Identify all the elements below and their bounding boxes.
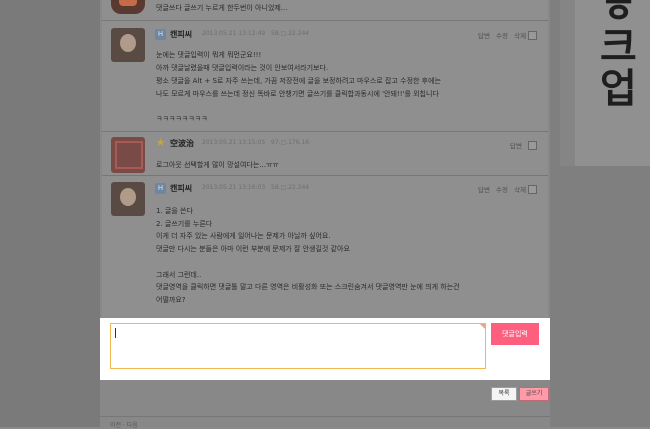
comment-body-line: 로그아웃 선택할게 많이 망설여다는...ㅠㅠ [156, 161, 279, 169]
divider [100, 416, 550, 417]
reply-button[interactable]: 답변 [478, 186, 490, 194]
comment-body-line: 눈에는 댓글입력이 뭐게 뭐먼군요!!! [156, 51, 262, 59]
comment-body-line: 나도 모르게 마우스를 쓰는데 정신 똑바로 안챙기면 글쓰기를 클릭합과동시에… [156, 90, 439, 98]
delete-button[interactable]: 삭제 [514, 32, 526, 40]
comment-actions: 답변 [506, 140, 522, 150]
reply-button[interactable]: 답변 [510, 142, 522, 150]
print-icon[interactable] [528, 141, 537, 150]
delete-button[interactable]: 삭제 [514, 186, 526, 194]
comment-body-line: 댓글쓰다 글쓰기 누르게 한두번이 아니었제... [156, 4, 288, 12]
list-button[interactable]: 목록 [491, 387, 517, 401]
comment-item-partial: 댓글쓰다 글쓰기 누르게 한두번이 아니었제... [102, 0, 548, 20]
comment-item: H 캔피씨 2013.05.21 13:16:03 58.□.22.244 답변… [102, 175, 548, 319]
comment-body-line: 1. 글을 쓴다 [156, 207, 193, 215]
avatar [111, 137, 145, 173]
comment-input[interactable] [111, 324, 485, 368]
comment-body-line: 평소 댓글을 Alt + S로 자주 쓰는데, 가끔 저장전에 글을 보정하려고… [156, 77, 442, 85]
comment-textarea-box[interactable] [110, 323, 486, 369]
resize-corner-icon [480, 324, 485, 329]
print-icon[interactable] [528, 31, 537, 40]
comment-item: H 캔피씨 2013.05.21 13:12:49 58.□.22.244 답변… [102, 20, 548, 132]
edit-button[interactable]: 수정 [496, 32, 508, 40]
comment-body-line: 그래서 그런데.. [156, 271, 202, 279]
comment-submit-button[interactable]: 댓글입력 [491, 323, 539, 345]
comment-list: 댓글쓰다 글쓰기 누르게 한두번이 아니었제... H 캔피씨 2013.05.… [102, 0, 548, 318]
banner-glyph-3: 업 [600, 66, 637, 112]
edit-button[interactable]: 수정 [496, 186, 508, 194]
comment-author[interactable]: 캔피씨 [170, 29, 192, 40]
avatar [111, 28, 145, 62]
member-icon: H [155, 29, 166, 40]
comment-item: ★ 空波治 2013.05.21 13:15:05 97.□.176.16 답변… [102, 131, 548, 176]
comment-actions: 답변 수정 삭제 [474, 184, 526, 194]
member-star-icon: ★ [155, 136, 166, 149]
banner-shadow [560, 0, 575, 166]
comment-body-line: 어떨까요? [156, 296, 186, 304]
comment-body-line: 2. 글쓰기를 누른다 [156, 220, 213, 228]
left-margin [0, 0, 100, 427]
comment-actions: 답변 수정 삭제 [474, 30, 526, 40]
reply-button[interactable]: 답변 [478, 32, 490, 40]
comment-ip: 58.□.22.244 [271, 30, 310, 37]
comment-author[interactable]: 空波治 [170, 138, 194, 149]
comment-body-line: 댓글영역을 클릭하면 댓글톨 말고 다른 영역은 비활성화 또는 스크린숨겨서 … [156, 283, 460, 291]
comment-date: 2013.05.21 13:15:05 [202, 139, 266, 146]
text-caret [115, 328, 116, 338]
comment-date: 2013.05.21 13:12:49 [202, 30, 266, 37]
footer-nav-text[interactable]: 이전 · 다음 [110, 420, 138, 429]
comment-ip: 97.□.176.16 [271, 139, 310, 146]
comment-body-line: 댓글만 다시는 분들은 아마 이런 부분에 문제가 잘 안생길것 같아요 [156, 245, 350, 253]
comment-body-line: ㅋㅋㅋㅋㅋㅋㅋㅋ [156, 115, 208, 123]
comment-ip: 58.□.22.244 [271, 184, 310, 191]
avatar [111, 0, 145, 14]
comment-author[interactable]: 캔피씨 [170, 183, 192, 194]
side-banner[interactable]: ㅎ 크 업 [575, 0, 650, 166]
write-button[interactable]: 글쓰기 [519, 387, 549, 401]
member-icon: H [155, 183, 166, 194]
avatar [111, 182, 145, 216]
comment-body-line: 아까 댓글날렸을때 댓글입력이라는 것이 안보여서라기보다. [156, 64, 329, 72]
print-icon[interactable] [528, 185, 537, 194]
comment-body-line: 이게 더 자주 있는 사람에게 일어나는 문제가 아닐까 싶어요. [156, 232, 331, 240]
comment-date: 2013.05.21 13:16:03 [202, 184, 266, 191]
comment-form: 댓글입력 [100, 318, 550, 380]
